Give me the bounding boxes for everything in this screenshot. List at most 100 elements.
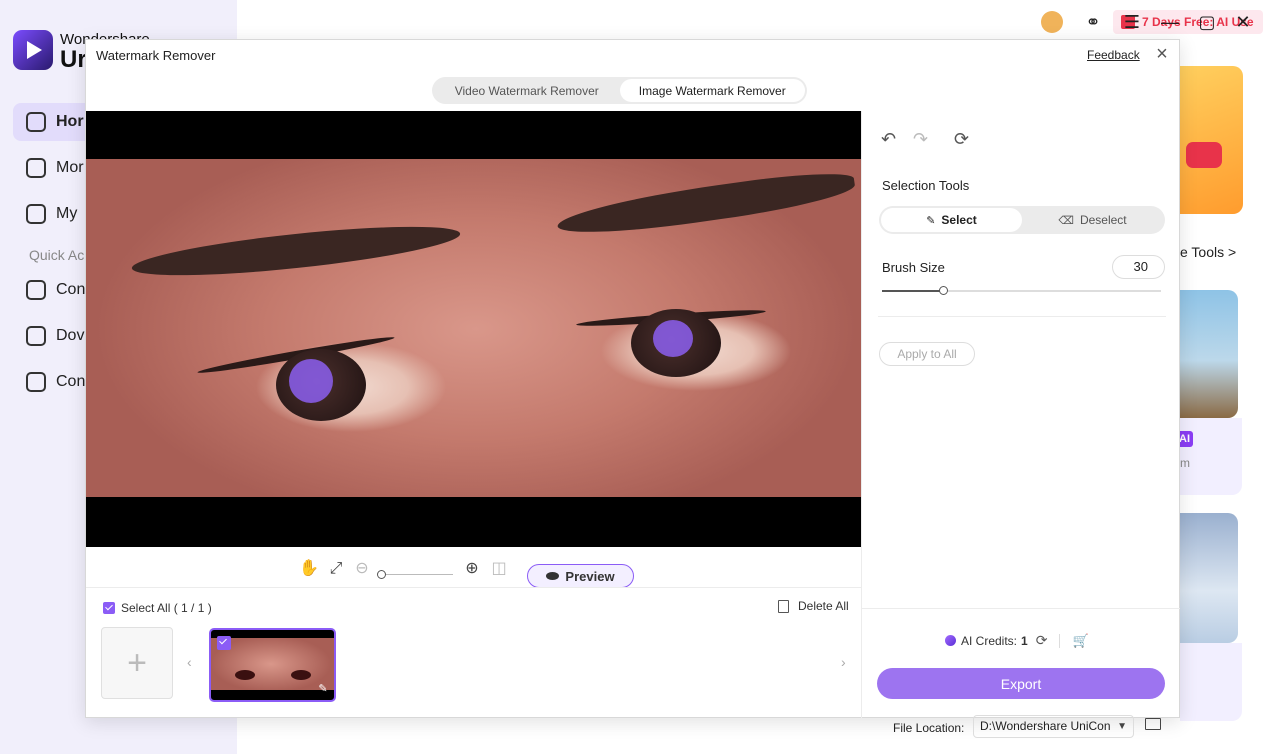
divider bbox=[862, 608, 1180, 609]
thumbnail-eye bbox=[235, 670, 255, 680]
watermark-remover-dialog: Watermark Remover Feedback × Video Water… bbox=[85, 39, 1180, 738]
checkbox-checked-icon bbox=[103, 602, 115, 614]
video-play-icon bbox=[1186, 142, 1222, 168]
refresh-icon[interactable]: ⟳ bbox=[1036, 632, 1048, 649]
divider bbox=[878, 316, 1166, 317]
thumbnail-checkbox[interactable] bbox=[217, 636, 231, 650]
zoom-slider-track[interactable] bbox=[381, 574, 453, 575]
brush-selection-mark[interactable] bbox=[653, 320, 693, 357]
sidebar-item-label: Con bbox=[56, 281, 86, 298]
divider bbox=[1059, 633, 1061, 648]
file-location-label: File Location: bbox=[893, 721, 965, 735]
minimize-icon[interactable]: — bbox=[1158, 10, 1182, 34]
hand-pan-icon[interactable]: ✋ bbox=[299, 560, 319, 578]
selection-mode-toggle: ✎ Select ⌫ Deselect bbox=[879, 206, 1165, 234]
image-thumbnail[interactable]: ✎ bbox=[209, 628, 336, 702]
sidebar-item-label: Mor bbox=[56, 159, 84, 176]
feature-card-image[interactable] bbox=[1180, 513, 1238, 643]
compressor-icon bbox=[26, 372, 46, 392]
sidebar-item-label: Con bbox=[56, 373, 86, 390]
brand-name-main: Ur bbox=[60, 46, 87, 73]
feedback-link[interactable]: Feedback bbox=[1087, 48, 1140, 62]
eraser-icon: ⌫ bbox=[1058, 214, 1074, 227]
eyebrow-left bbox=[130, 216, 462, 286]
folder-icon[interactable] bbox=[1145, 718, 1161, 730]
select-label: Select bbox=[941, 213, 977, 227]
preview-label: Preview bbox=[565, 568, 615, 584]
toolbox-icon bbox=[26, 158, 46, 178]
thumbnail-eye bbox=[291, 670, 311, 680]
converter-icon bbox=[26, 280, 46, 300]
export-button[interactable]: Export bbox=[877, 668, 1165, 699]
zoom-out-icon[interactable]: ⊖ bbox=[353, 560, 371, 578]
eyebrow-right bbox=[555, 166, 857, 242]
sidebar-item-label: My bbox=[56, 205, 78, 222]
brush-size-label: Brush Size bbox=[882, 260, 945, 275]
ai-credits-label: AI Credits: bbox=[961, 633, 1018, 648]
mode-switch: Video Watermark Remover Image Watermark … bbox=[432, 77, 807, 104]
close-button[interactable]: × bbox=[1152, 44, 1172, 64]
feature-card-image[interactable] bbox=[1180, 290, 1238, 418]
fit-screen-icon[interactable]: ⤢ bbox=[327, 560, 345, 578]
dialog-title: Watermark Remover bbox=[96, 48, 216, 63]
feature-card-subtitle: m bbox=[1180, 456, 1190, 470]
avatar-icon[interactable] bbox=[1041, 11, 1063, 33]
chevron-left-icon[interactable]: ‹ bbox=[187, 654, 192, 670]
brush-selection-mark[interactable] bbox=[289, 359, 333, 403]
feature-card-panel[interactable] bbox=[1180, 643, 1242, 721]
sidebar-item-label: Dov bbox=[56, 327, 85, 344]
add-image-button[interactable]: + bbox=[101, 627, 173, 699]
quick-access-heading: Quick Ac bbox=[29, 247, 85, 263]
apply-to-all-button[interactable]: Apply to All bbox=[879, 342, 975, 366]
brush-size-slider[interactable] bbox=[882, 286, 1161, 295]
brush-size-input[interactable]: 30 bbox=[1112, 255, 1165, 279]
zoom-in-icon[interactable]: ⊕ bbox=[463, 560, 481, 578]
window-topbar: 7 Days Free: AI Use bbox=[237, 0, 1265, 40]
delete-all-label: Delete All bbox=[798, 599, 849, 613]
files-icon bbox=[26, 204, 46, 224]
chevron-right-icon[interactable]: › bbox=[841, 654, 846, 670]
preview-button[interactable]: Preview bbox=[527, 564, 634, 588]
select-all-label: Select All ( 1 / 1 ) bbox=[121, 601, 212, 615]
tools-panel: ↶ ↷ ⟳ Selection Tools ✎ Select ⌫ Deselec… bbox=[861, 111, 1180, 738]
app-logo-icon bbox=[13, 30, 53, 70]
maximize-icon[interactable]: ▢ bbox=[1195, 10, 1219, 34]
deselect-label: Deselect bbox=[1079, 213, 1127, 227]
chevron-down-icon: ▼ bbox=[1117, 721, 1127, 732]
sidebar-item-label: Hor bbox=[56, 113, 84, 130]
ai-credits-value: 1 bbox=[1021, 633, 1028, 648]
redo-icon[interactable]: ↷ bbox=[913, 129, 928, 150]
cart-icon[interactable]: 🛒 bbox=[1072, 633, 1088, 649]
ai-credits: AI Credits: 1 ⟳ 🛒 bbox=[945, 632, 1089, 649]
tab-image-watermark-remover[interactable]: Image Watermark Remover bbox=[619, 79, 805, 102]
trash-icon bbox=[778, 599, 789, 613]
compare-split-icon[interactable]: ◫ bbox=[490, 560, 508, 578]
home-icon bbox=[26, 112, 46, 132]
preview-image[interactable] bbox=[86, 159, 861, 497]
image-canvas[interactable] bbox=[86, 111, 861, 547]
eye-icon bbox=[546, 572, 560, 580]
selection-tools-heading: Selection Tools bbox=[882, 178, 970, 193]
reset-icon[interactable]: ⟳ bbox=[954, 129, 969, 150]
canvas-toolbar: ✋ ⤢ ⊖ ⊕ ◫ Preview bbox=[86, 547, 861, 588]
window-close-icon[interactable]: ✕ bbox=[1231, 10, 1255, 34]
tab-video-watermark-remover[interactable]: Video Watermark Remover bbox=[434, 79, 620, 102]
brush-size-slider-thumb[interactable] bbox=[939, 286, 949, 295]
undo-icon[interactable]: ↶ bbox=[881, 129, 896, 150]
brush-icon: ✎ bbox=[318, 683, 328, 695]
thumbnail-strip: Select All ( 1 / 1 ) Delete All + ‹ ✎ › bbox=[86, 587, 861, 718]
promo-card[interactable] bbox=[1180, 66, 1243, 214]
more-tools-link[interactable]: e Tools > bbox=[1180, 244, 1236, 260]
deselect-tool-button[interactable]: ⌫ Deselect bbox=[1022, 208, 1163, 232]
file-location-value: D:\Wondershare UniCon bbox=[980, 719, 1111, 733]
brush-size-slider-fill bbox=[882, 290, 944, 292]
select-tool-button[interactable]: ✎ Select bbox=[881, 208, 1022, 232]
menu-icon[interactable]: ☰ bbox=[1120, 10, 1144, 34]
zoom-slider-thumb[interactable] bbox=[377, 570, 386, 579]
downloader-icon bbox=[26, 326, 46, 346]
delete-all-button[interactable]: Delete All bbox=[778, 599, 849, 613]
select-all-checkbox[interactable]: Select All ( 1 / 1 ) bbox=[103, 601, 212, 615]
headset-icon[interactable]: ⚭ bbox=[1081, 10, 1105, 34]
brush-icon: ✎ bbox=[926, 214, 936, 227]
file-location-select[interactable]: D:\Wondershare UniCon ▼ bbox=[973, 715, 1134, 738]
